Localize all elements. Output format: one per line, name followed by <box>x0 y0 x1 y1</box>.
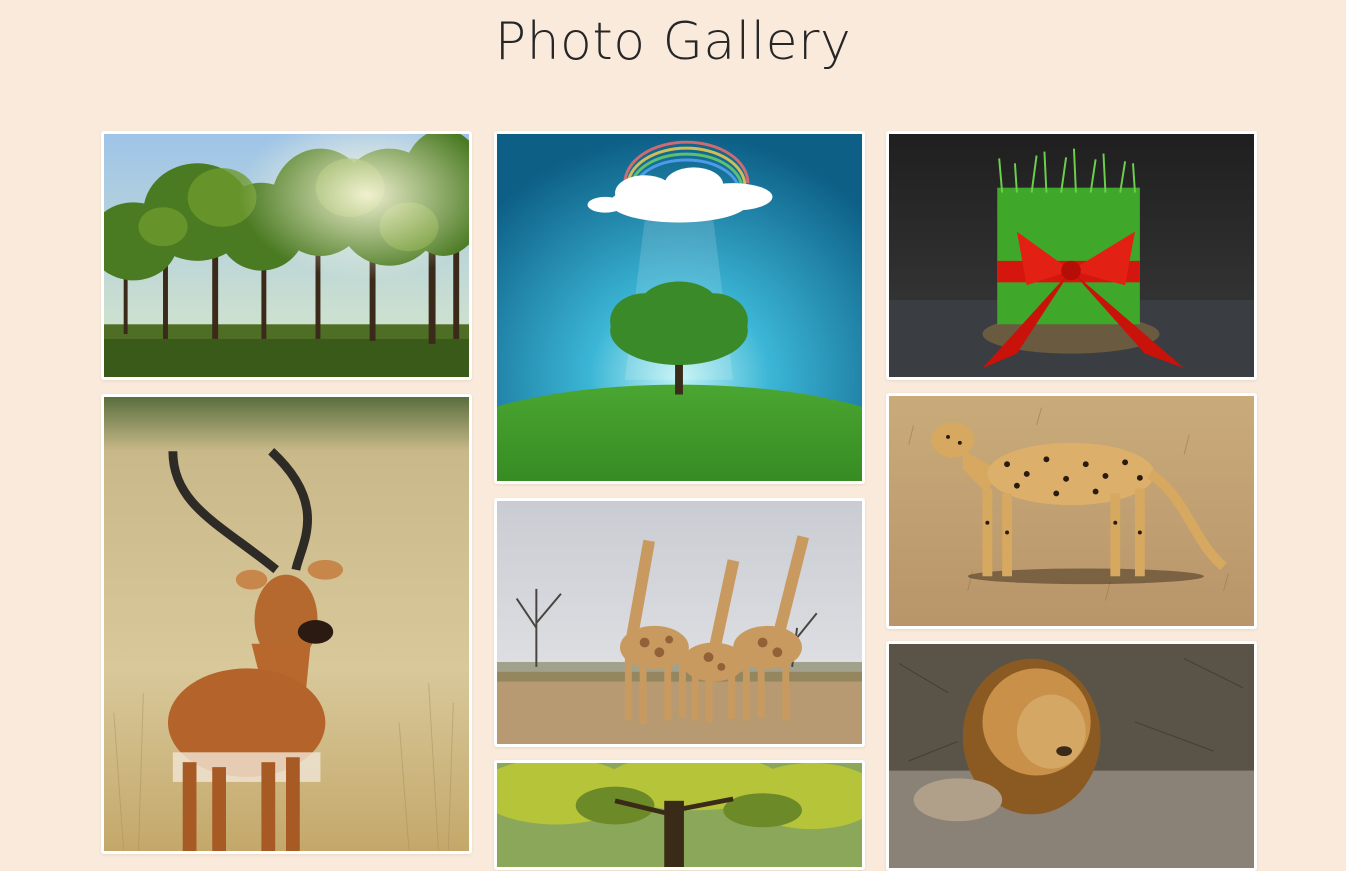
photo-cheetah[interactable] <box>886 393 1257 629</box>
photo-impala-antelope[interactable] <box>101 394 472 854</box>
page-title: Photo Gallery <box>494 12 852 72</box>
photo-tree-canopy[interactable] <box>494 760 865 870</box>
photo-tree-on-globe-with-rainbow[interactable] <box>494 131 865 484</box>
photo-wheatgrass-with-red-ribbon[interactable] <box>886 131 1257 380</box>
photo-three-giraffes[interactable] <box>494 498 865 747</box>
photo-forest-trees[interactable] <box>101 131 472 380</box>
